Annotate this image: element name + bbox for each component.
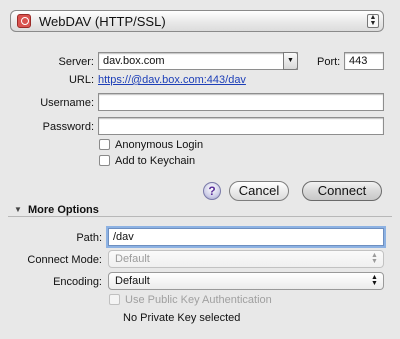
anonymous-login-label: Anonymous Login (115, 139, 204, 151)
server-value: dav.box.com (103, 55, 165, 67)
public-key-auth-label: Use Public Key Authentication (125, 294, 272, 306)
connect-mode-popup[interactable]: Default ▲ ▼ (108, 250, 384, 268)
server-label: Server: (58, 56, 94, 68)
url-label: URL: (68, 74, 94, 86)
cancel-button[interactable]: Cancel (229, 181, 289, 201)
popup-arrows-icon: ▲ ▼ (371, 274, 378, 287)
add-to-keychain-checkbox[interactable] (99, 155, 110, 166)
path-field[interactable]: /dav (108, 228, 384, 246)
encoding-label: Encoding: (53, 276, 102, 288)
webdav-icon (17, 14, 31, 28)
public-key-auth-checkbox[interactable] (109, 294, 120, 305)
server-combo[interactable]: dav.box.com ▼ (98, 52, 298, 70)
section-divider (8, 216, 392, 217)
connect-mode-label: Connect Mode: (27, 254, 102, 266)
connect-mode-value: Default (115, 253, 150, 265)
popup-arrows-icon: ▲ ▼ (371, 252, 378, 265)
encoding-popup[interactable]: Default ▲ ▼ (108, 272, 384, 290)
popup-arrows-icon: ▲ ▼ (367, 14, 379, 28)
password-label: Password: (42, 121, 94, 133)
connect-button[interactable]: Connect (302, 181, 382, 201)
encoding-value: Default (115, 275, 150, 287)
protocol-popup[interactable]: WebDAV (HTTP/SSL) ▲ ▼ (10, 10, 384, 32)
help-button[interactable]: ? (203, 182, 221, 200)
port-field[interactable]: 443 (344, 52, 384, 70)
more-options-label[interactable]: More Options (28, 204, 99, 216)
port-label: Port: (317, 56, 341, 68)
username-label: Username: (40, 97, 94, 109)
username-field[interactable] (98, 93, 384, 111)
chevron-down-icon[interactable]: ▼ (283, 52, 298, 70)
password-field[interactable] (98, 117, 384, 135)
anonymous-login-checkbox[interactable] (99, 139, 110, 150)
protocol-label: WebDAV (HTTP/SSL) (39, 14, 166, 29)
disclosure-triangle-icon[interactable]: ▼ (14, 205, 22, 214)
private-key-status: No Private Key selected (123, 312, 241, 324)
url-link[interactable]: https://@dav.box.com:443/dav (98, 74, 246, 86)
add-to-keychain-label: Add to Keychain (115, 155, 196, 167)
path-label: Path: (76, 232, 102, 244)
